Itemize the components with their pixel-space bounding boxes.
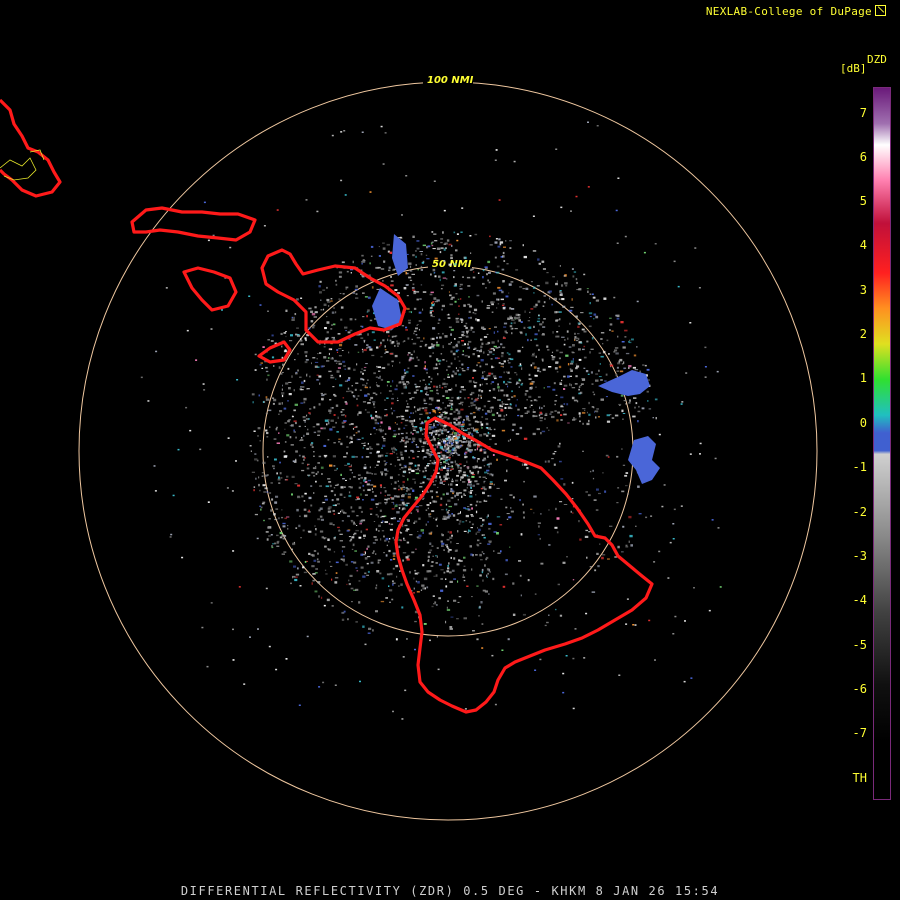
radar-map: 100 NMI 50 NMI [0,73,890,821]
external-link-icon [875,5,886,16]
colorbar-tick: 6 [859,150,867,164]
colorbar-tick: -5 [852,638,867,652]
colorbar-tick: -2 [852,505,867,519]
colorbar-product-label: DZD [867,53,887,66]
coastline-lanai [182,266,238,312]
coastline-oahu [0,98,62,198]
colorbar-tick: 1 [859,371,867,385]
colorbar-unit-label: [dB] [840,62,867,75]
credit-label: NEXLAB-College of DuPage [706,5,886,18]
colorbar [873,87,891,800]
colorbar-tick: 4 [859,238,867,252]
colorbar-tick: -1 [852,460,867,474]
colorbar-tick: -7 [852,726,867,740]
colorbar-tick: 7 [859,106,867,120]
colorbar-tick: 5 [859,194,867,208]
colorbar-tick: -3 [852,549,867,563]
colorbar-tick: 2 [859,327,867,341]
range-ring-label-50: 50 NMI [432,259,472,270]
colorbar-tick: 0 [859,416,867,430]
coastline-molokai [130,206,257,242]
coastlines [0,98,654,714]
colorbar-tick: -4 [852,593,867,607]
colorbar-tick: -6 [852,682,867,696]
colorbar-tick: 3 [859,283,867,297]
product-caption: DIFFERENTIAL REFLECTIVITY (ZDR) 0.5 DEG … [180,884,720,898]
zdr-blue-patches [372,234,660,484]
colorbar-tick: TH [852,771,867,785]
range-ring-label-100: 100 NMI [427,75,474,86]
